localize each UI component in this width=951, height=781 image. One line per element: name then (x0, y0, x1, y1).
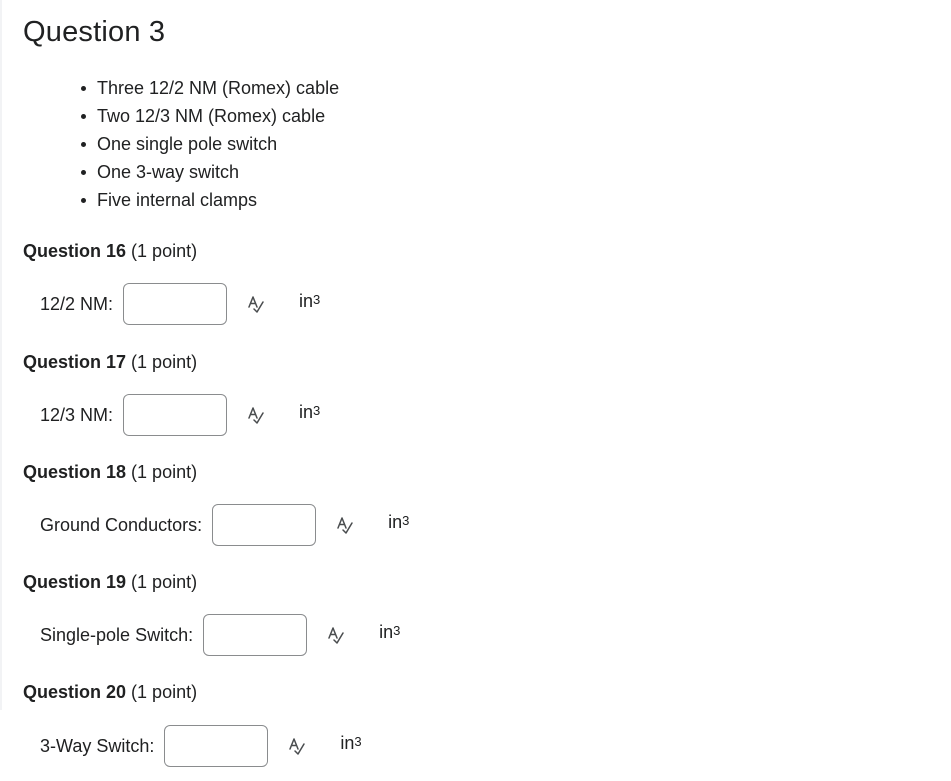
question-20-heading: Question 20 (1 point) (23, 680, 197, 704)
question-name: Question 17 (23, 352, 127, 372)
question-name: Question 20 (23, 682, 127, 702)
list-item: Five internal clamps (80, 186, 339, 214)
answer-input-single-pole-switch[interactable] (203, 614, 308, 656)
answer-label: Single-pole Switch: (40, 625, 194, 645)
answer-label: Ground Conductors: (40, 515, 203, 535)
question-16-heading: Question 16 (1 point) (23, 239, 197, 263)
question-name: Question 16 (23, 241, 127, 261)
unit-label: in3 (299, 402, 321, 422)
question-name: Question 19 (23, 572, 127, 592)
answer-input-3-way-switch[interactable] (164, 725, 269, 767)
question-name: Question 18 (23, 462, 127, 482)
answer-input-12-3-nm[interactable] (123, 394, 228, 436)
question-points: (1 point) (131, 462, 198, 482)
answer-label: 12/3 NM: (40, 405, 114, 425)
unit-label: in3 (379, 622, 401, 642)
answer-input-ground-conductors[interactable] (212, 504, 317, 546)
answer-label: 12/2 NM: (40, 294, 114, 314)
unit-label: in3 (299, 291, 321, 311)
question-points: (1 point) (131, 352, 198, 372)
question-points: (1 point) (131, 572, 198, 592)
question-18-heading: Question 18 (1 point) (23, 460, 197, 484)
question-20-row: 3-Way Switch: in3 (40, 725, 362, 767)
question-17-row: 12/3 NM: in3 (40, 394, 320, 436)
answer-input-12-2-nm[interactable] (123, 283, 228, 325)
list-item: Two 12/3 NM (Romex) cable (80, 102, 339, 130)
spellcheck-icon[interactable] (326, 625, 346, 645)
spellcheck-icon[interactable] (246, 294, 266, 314)
unit-label: in3 (388, 512, 410, 532)
question-18-row: Ground Conductors: in3 (40, 504, 409, 546)
question-points: (1 point) (131, 682, 198, 702)
question-19-heading: Question 19 (1 point) (23, 570, 197, 594)
left-divider (0, 0, 2, 710)
list-item: One single pole switch (80, 130, 339, 158)
materials-list: Three 12/2 NM (Romex) cable Two 12/3 NM … (80, 74, 339, 214)
spellcheck-icon[interactable] (287, 736, 307, 756)
question-points: (1 point) (131, 241, 198, 261)
question-16-row: 12/2 NM: in3 (40, 283, 320, 325)
question-17-heading: Question 17 (1 point) (23, 350, 197, 374)
spellcheck-icon[interactable] (246, 405, 266, 425)
page-title: Question 3 (23, 16, 166, 48)
spellcheck-icon[interactable] (335, 515, 355, 535)
answer-label: 3-Way Switch: (40, 736, 155, 756)
unit-label: in3 (340, 733, 362, 753)
question-19-row: Single-pole Switch: in3 (40, 614, 400, 656)
list-item: One 3-way switch (80, 158, 339, 186)
list-item: Three 12/2 NM (Romex) cable (80, 74, 339, 102)
